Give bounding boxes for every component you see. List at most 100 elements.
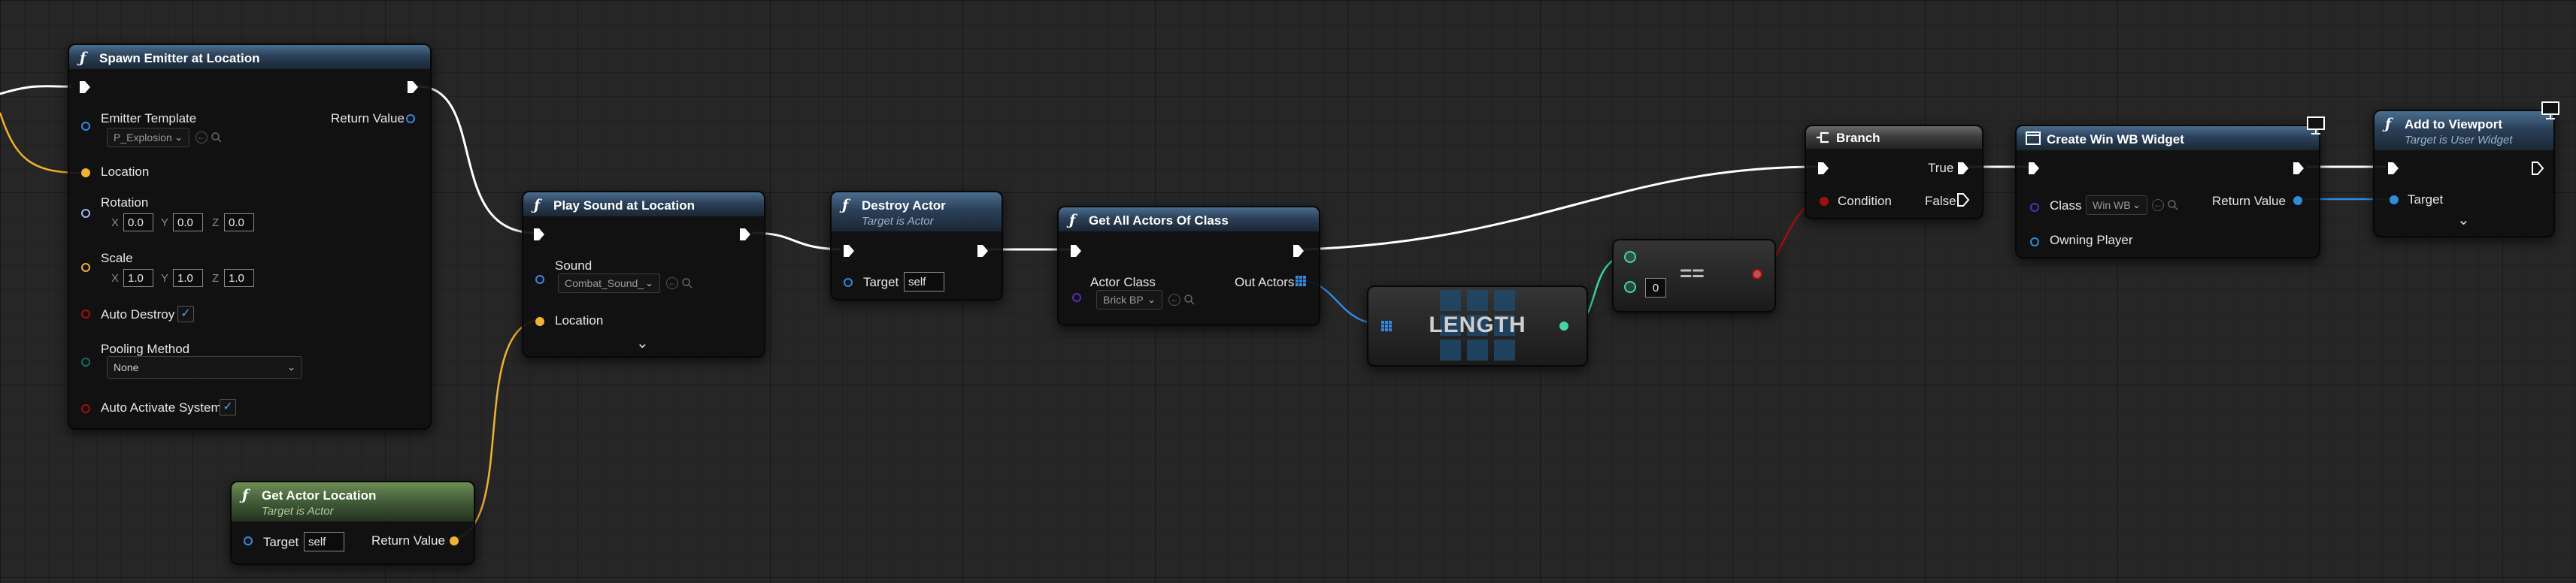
browse-icon[interactable]: ← <box>2152 199 2164 211</box>
exec-in-pin-icon[interactable] <box>2387 161 2400 176</box>
sound-dropdown[interactable]: Combat_Sound_ ⌄ <box>558 273 660 293</box>
search-icon[interactable] <box>1183 294 1196 306</box>
browse-icon[interactable]: ← <box>666 277 678 289</box>
exec-in-pin-icon[interactable] <box>2027 161 2041 176</box>
target-label: Target <box>863 275 899 289</box>
actor-class-pin[interactable] <box>1072 293 1081 302</box>
exec-true-pin-icon[interactable] <box>1956 161 1970 176</box>
monitor-icon <box>2541 101 2559 119</box>
target-input[interactable]: self <box>904 272 944 292</box>
node-header: ƒ Spawn Emitter at Location <box>69 45 430 69</box>
function-icon: ƒ <box>80 50 86 66</box>
rotation-pin[interactable] <box>81 209 90 218</box>
scale-y-input[interactable]: 1.0 <box>173 269 203 287</box>
return-value-pin[interactable] <box>406 114 415 123</box>
node-get-actor-location[interactable]: ƒ Get Actor Location Target is Actor Tar… <box>230 481 475 565</box>
emitter-template-pin[interactable] <box>81 122 90 131</box>
emitter-template-label: Emitter Template <box>101 111 197 125</box>
search-icon[interactable] <box>211 131 223 143</box>
condition-label: Condition <box>1838 194 1892 208</box>
exec-wire <box>417 85 536 234</box>
owning-player-label: Owning Player <box>2050 233 2133 247</box>
exec-out-pin-icon[interactable] <box>2292 161 2305 176</box>
target-pin[interactable] <box>844 278 853 287</box>
checkmark-icon: ✓ <box>223 400 233 413</box>
equals-input-b-value[interactable]: 0 <box>1645 278 1666 298</box>
node-branch[interactable]: Branch True Condition False <box>1805 125 1984 219</box>
return-value-label: Return Value <box>2212 194 2286 208</box>
equals-output-pin[interactable] <box>1752 269 1762 279</box>
length-output-pin[interactable] <box>1559 322 1568 331</box>
return-value-pin[interactable] <box>450 536 459 545</box>
node-subtitle: Target is Actor <box>862 215 934 228</box>
node-subtitle: Target is Actor <box>262 505 334 518</box>
class-dropdown[interactable]: Win WB ⌄ <box>2086 195 2147 215</box>
node-destroy-actor[interactable]: ƒ Destroy Actor Target is Actor Target s… <box>830 191 1003 301</box>
expand-arrow-icon[interactable]: ⌄ <box>636 334 649 352</box>
sound-pin[interactable] <box>535 275 544 284</box>
scale-z-axis-label: Z <box>212 272 220 285</box>
equals-input-a-pin[interactable] <box>1624 251 1636 263</box>
return-value-pin[interactable] <box>2293 196 2302 205</box>
exec-out-pin-icon[interactable] <box>2531 161 2544 176</box>
pooling-method-pin[interactable] <box>81 358 90 367</box>
rotation-x-input[interactable]: 0.0 <box>123 213 153 231</box>
auto-destroy-checkbox[interactable]: ✓ <box>177 306 194 322</box>
emitter-template-dropdown[interactable]: P_Explosion ⌄ <box>107 128 189 147</box>
node-spawn-emitter-at-location[interactable]: ƒ Spawn Emitter at Location Emitter Temp… <box>68 44 432 430</box>
scale-x-input[interactable]: 1.0 <box>123 269 153 287</box>
search-icon[interactable] <box>2167 199 2179 211</box>
target-pin[interactable] <box>2390 195 2399 204</box>
node-title: Branch <box>1836 131 1880 145</box>
widget-icon <box>2026 131 2041 145</box>
exec-in-pin-icon[interactable] <box>842 243 856 258</box>
node-create-win-wb-widget[interactable]: Create Win WB Widget Class Win WB ⌄ ← Ret… <box>2015 116 2325 258</box>
actor-class-label: Actor Class <box>1090 275 1156 289</box>
exec-in-pin-icon[interactable] <box>532 227 546 242</box>
exec-false-pin-icon[interactable] <box>1956 192 1970 207</box>
exec-out-pin-icon[interactable] <box>1292 243 1305 258</box>
equals-input-b-pin[interactable] <box>1624 281 1636 293</box>
exec-out-pin-icon[interactable] <box>738 227 752 242</box>
auto-activate-checkbox[interactable]: ✓ <box>220 399 236 415</box>
expand-arrow-icon[interactable]: ⌄ <box>2457 210 2470 229</box>
search-icon[interactable] <box>681 277 693 289</box>
target-input[interactable]: self <box>304 532 344 551</box>
rotation-z-input[interactable]: 0.0 <box>224 213 254 231</box>
node-play-sound-at-location[interactable]: ƒ Play Sound at Location Sound Combat_So… <box>522 191 765 358</box>
auto-activate-pin[interactable] <box>81 404 90 413</box>
array-pin-icon[interactable] <box>1295 275 1307 287</box>
browse-icon[interactable]: ← <box>1168 294 1180 306</box>
exec-out-pin-icon[interactable] <box>406 80 420 95</box>
scale-pin[interactable] <box>81 263 90 272</box>
class-pin[interactable] <box>2030 203 2039 212</box>
actor-class-dropdown[interactable]: Brick BP ⌄ <box>1096 290 1162 310</box>
pooling-method-dropdown[interactable]: None ⌄ <box>107 356 302 379</box>
rotation-y-input[interactable]: 0.0 <box>173 213 203 231</box>
location-pin[interactable] <box>81 168 90 177</box>
target-pin[interactable] <box>244 536 253 545</box>
pooling-method-label: Pooling Method <box>101 342 190 356</box>
exec-in-pin-icon[interactable] <box>78 80 92 95</box>
condition-pin[interactable] <box>1820 197 1829 206</box>
checkmark-icon: ✓ <box>180 307 191 320</box>
rotation-y-axis-label: Y <box>161 216 169 229</box>
scale-z-input[interactable]: 1.0 <box>224 269 254 287</box>
exec-out-pin-icon[interactable] <box>976 243 989 258</box>
exec-in-pin-icon[interactable] <box>1817 161 1830 176</box>
array-pin-icon[interactable] <box>1380 320 1393 332</box>
browse-icon[interactable]: ← <box>195 131 208 143</box>
node-get-all-actors-of-class[interactable]: ƒ Get All Actors Of Class Actor Class Br… <box>1057 206 1320 326</box>
function-icon: ƒ <box>842 197 849 213</box>
function-icon: ƒ <box>2385 116 2392 132</box>
owning-player-pin[interactable] <box>2030 237 2039 246</box>
node-header: ƒ Get All Actors Of Class <box>1059 207 1319 231</box>
exec-in-pin-icon[interactable] <box>1069 243 1083 258</box>
auto-destroy-pin[interactable] <box>81 310 90 319</box>
node-add-to-viewport[interactable]: ƒ Add to Viewport Target is User Widget … <box>2373 101 2559 237</box>
node-equals[interactable]: 0 == <box>1612 239 1776 313</box>
location-pin[interactable] <box>535 317 544 326</box>
node-length[interactable]: LENGTH <box>1367 285 1588 367</box>
node-title: Create Win WB Widget <box>2047 132 2184 147</box>
false-label: False <box>1925 194 1956 208</box>
